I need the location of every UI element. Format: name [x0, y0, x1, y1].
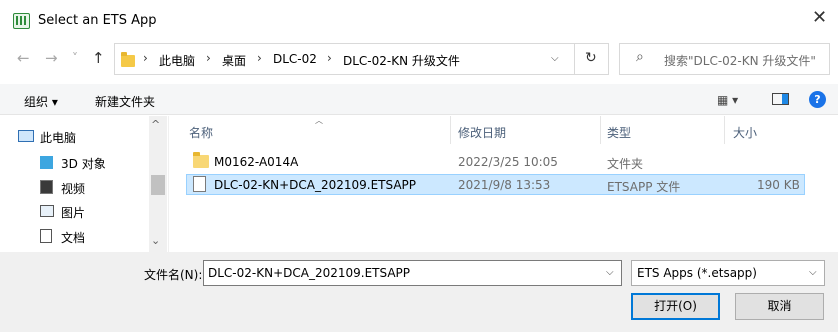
filename-dropdown-icon[interactable]: ⌵ — [606, 267, 614, 278]
column-header-name[interactable]: 名称 — [189, 124, 213, 141]
scroll-down-arrow[interactable]: ⌄ — [151, 234, 160, 247]
open-button[interactable]: 打开(O) — [631, 293, 720, 320]
pane-divider[interactable] — [168, 116, 169, 252]
organize-menu-button[interactable]: 组织 ▾ — [24, 93, 58, 110]
column-header-size[interactable]: 大小 — [733, 124, 757, 141]
file-name[interactable]: DLC-02-KN+DCA_202109.ETSAPP — [214, 178, 416, 192]
3d-objects-icon — [40, 156, 53, 169]
view-options-button[interactable]: ▦ ▾ — [717, 93, 738, 107]
search-icon: ⌕ — [636, 49, 644, 65]
column-divider[interactable] — [450, 116, 451, 144]
ets-app-icon — [13, 13, 30, 29]
computer-icon — [18, 130, 34, 142]
search-placeholder: 搜索"DLC-02-KN 升级文件" — [664, 54, 816, 68]
forward-button[interactable]: → — [45, 50, 58, 66]
breadcrumb-separator[interactable]: › — [206, 51, 211, 65]
close-button[interactable]: ✕ — [812, 9, 827, 27]
folder-icon — [121, 52, 135, 67]
column-header-type[interactable]: 类型 — [607, 124, 631, 141]
help-icon[interactable]: ? — [809, 91, 826, 108]
breadcrumb-upgrade-folder[interactable]: DLC-02-KN 升级文件 — [343, 52, 460, 69]
file-size: 190 KB — [757, 178, 800, 192]
back-button[interactable]: ← — [17, 50, 30, 66]
file-date: 2022/3/25 10:05 — [458, 155, 558, 169]
sidebar-item-videos[interactable]: 视频 — [61, 180, 85, 198]
file-type: 文件夹 — [607, 157, 644, 171]
breadcrumb-dlc02[interactable]: DLC-02 — [273, 52, 317, 66]
up-button[interactable]: ↑ — [92, 50, 105, 66]
sidebar-item-documents[interactable]: 文档 — [61, 229, 85, 247]
sort-ascending-icon: ︿ — [315, 116, 323, 125]
column-divider[interactable] — [724, 116, 725, 144]
file-icon — [193, 176, 206, 192]
file-type-filter-value[interactable]: ETS Apps (*.etsapp) — [637, 266, 757, 280]
breadcrumb-this-pc[interactable]: 此电脑 — [159, 52, 195, 69]
filename-label: 文件名(N): — [144, 268, 203, 282]
video-icon — [40, 180, 53, 194]
file-type: ETSAPP 文件 — [607, 180, 681, 194]
sidebar-item-pictures[interactable]: 图片 — [61, 204, 85, 222]
window-title: Select an ETS App — [38, 13, 157, 28]
file-date: 2021/9/8 13:53 — [458, 178, 551, 192]
refresh-icon: ↻ — [585, 50, 597, 66]
recent-locations-button[interactable]: ˅ — [72, 50, 78, 66]
breadcrumb-separator[interactable]: › — [327, 51, 332, 65]
documents-icon — [40, 229, 52, 243]
scrollbar-thumb[interactable] — [151, 175, 165, 195]
sidebar-item-this-pc[interactable]: 此电脑 — [40, 129, 76, 147]
new-folder-button[interactable]: 新建文件夹 — [95, 93, 155, 110]
pictures-icon — [40, 205, 54, 217]
cancel-button[interactable]: 取消 — [735, 293, 824, 320]
breadcrumb-desktop[interactable]: 桌面 — [222, 52, 246, 69]
breadcrumb-separator[interactable]: › — [143, 51, 148, 65]
column-header-date[interactable]: 修改日期 — [458, 124, 506, 141]
preview-pane-icon[interactable] — [772, 93, 789, 105]
sidebar-item-3d-objects[interactable]: 3D 对象 — [61, 155, 106, 173]
filename-value[interactable]: DLC-02-KN+DCA_202109.ETSAPP — [208, 266, 410, 280]
address-dropdown-icon[interactable]: ⌵ — [551, 53, 559, 64]
filter-dropdown-icon[interactable]: ⌵ — [809, 267, 817, 278]
file-name[interactable]: M0162-A014A — [214, 155, 298, 169]
scroll-up-arrow[interactable]: ^ — [151, 118, 160, 131]
column-divider[interactable] — [600, 116, 601, 144]
breadcrumb-separator[interactable]: › — [257, 51, 262, 65]
folder-icon — [193, 152, 209, 168]
